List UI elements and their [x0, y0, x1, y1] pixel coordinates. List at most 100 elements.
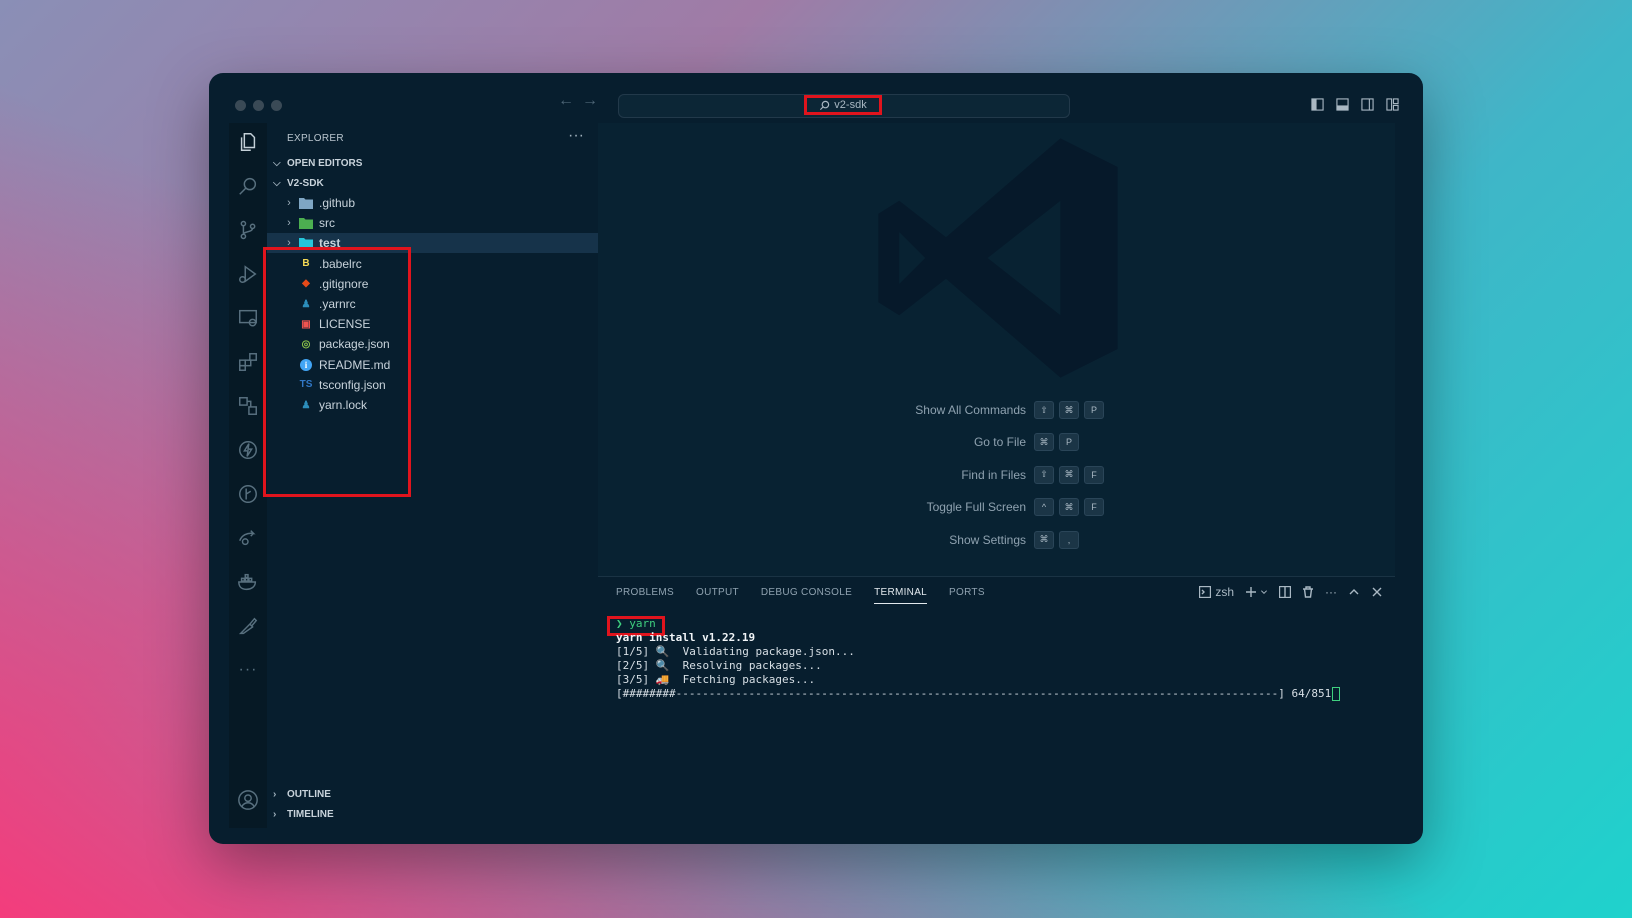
tree-item-label: .yarnrc: [319, 297, 356, 311]
shortcut-row[interactable]: Find in Files ⇧ ⌘ F: [598, 465, 1395, 486]
toggle-secondary-sidebar-icon[interactable]: [1361, 98, 1374, 111]
terminal-output[interactable]: ❯ yarn yarn install v1.22.19 [1/5] 🔍 Val…: [616, 617, 1341, 701]
shortcut-keys: ⇧ ⌘ F: [1034, 465, 1104, 484]
command-center-label[interactable]: v2-sdk: [804, 95, 882, 115]
outline-label: OUTLINE: [287, 789, 331, 800]
explorer-icon[interactable]: [235, 129, 261, 155]
tree-item-label: package.json: [319, 337, 390, 352]
shortcut-label: Show Settings: [949, 532, 1026, 547]
tab-output[interactable]: OUTPUT: [696, 587, 739, 604]
tab-terminal[interactable]: TERMINAL: [874, 587, 928, 604]
key-cap: ⌘: [1059, 401, 1079, 419]
git-icon: ◆: [302, 278, 310, 290]
more-actions-icon[interactable]: ···: [568, 127, 584, 145]
tree-item-label: src: [319, 216, 335, 231]
more-actions-icon[interactable]: ···: [1325, 585, 1337, 599]
terminal-progress-line: [########-------------------------------…: [616, 687, 1341, 701]
close-icon[interactable]: [1371, 586, 1383, 598]
minimize-window-button[interactable]: [253, 100, 264, 111]
tree-item-tsconfig-json[interactable]: TS tsconfig.json: [267, 375, 598, 395]
title-bar: ← → v2-sdk: [209, 73, 1423, 123]
more-views-icon[interactable]: ···: [235, 657, 261, 683]
tab-problems[interactable]: PROBLEMS: [616, 587, 674, 604]
open-editors-section[interactable]: ⌵ OPEN EDITORS: [273, 158, 362, 169]
shortcut-row[interactable]: Show Settings ⌘,: [598, 530, 1395, 551]
shortcut-label: Show All Commands: [915, 403, 1026, 417]
shortcut-row[interactable]: Toggle Full Screen ^ ⌘ F: [598, 498, 1395, 518]
npm-icon: ◎: [301, 338, 311, 350]
toggle-panel-icon[interactable]: [1336, 98, 1349, 111]
tree-item-yarn-lock[interactable]: ♟ yarn.lock: [267, 395, 598, 415]
shortcut-row[interactable]: Go to File ⌘ P: [598, 433, 1395, 453]
license-icon: ▣: [301, 318, 311, 330]
source-control-icon[interactable]: [235, 217, 261, 243]
terminal-line: yarn install v1.22.19: [616, 631, 756, 644]
terminal-line: [2/5] 🔍 Resolving packages...: [616, 659, 822, 672]
terminal-shell-selector[interactable]: zsh: [1199, 585, 1234, 599]
outline-section[interactable]: › OUTLINE: [273, 789, 331, 800]
tree-item-label: test: [319, 236, 341, 251]
tab-ports[interactable]: PORTS: [949, 587, 985, 604]
tsconfig-icon: TS: [299, 379, 313, 391]
remote-explorer-icon[interactable]: [235, 305, 261, 331]
terminal-line: [1/5] 🔍 Validating package.json...: [616, 645, 855, 658]
toggle-primary-sidebar-icon[interactable]: [1311, 98, 1324, 111]
bottom-panel: PROBLEMS OUTPUT DEBUG CONSOLE TERMINAL PORTS…: [598, 576, 1395, 829]
git-graph-icon[interactable]: [235, 481, 261, 507]
tree-item-yarnrc[interactable]: ♟ .yarnrc: [267, 294, 598, 314]
key-cap: P: [1084, 401, 1104, 419]
tree-item-test[interactable]: › test: [267, 233, 598, 254]
forward-arrow-icon[interactable]: →: [582, 92, 598, 110]
split-terminal-icon[interactable]: [1279, 586, 1291, 598]
trash-icon[interactable]: [1302, 586, 1314, 598]
shortcut-keys: ⌘,: [1034, 530, 1079, 549]
close-window-button[interactable]: [235, 100, 246, 111]
extensions-icon[interactable]: [235, 349, 261, 375]
pull-requests-icon[interactable]: [235, 393, 261, 419]
zoom-window-button[interactable]: [271, 100, 282, 111]
shortcut-label: Go to File: [973, 435, 1026, 450]
timeline-section[interactable]: › TIMELINE: [273, 809, 334, 820]
tree-item-license[interactable]: ▣ LICENSE: [267, 314, 598, 334]
chevron-right-icon: ›: [273, 789, 277, 800]
search-icon: [820, 100, 830, 110]
terminal-command: yarn: [629, 617, 656, 630]
tab-debug-console[interactable]: DEBUG CONSOLE: [761, 587, 852, 604]
run-debug-icon[interactable]: [235, 261, 261, 287]
key-cap: ^: [1034, 498, 1054, 517]
back-arrow-icon[interactable]: ←: [558, 92, 574, 110]
editor-area: Show All Commands ⇧ ⌘ P Go to File ⌘ P Find in …: [598, 123, 1395, 576]
prompt-symbol: ❯: [616, 617, 623, 630]
customize-layout-icon[interactable]: [1386, 98, 1399, 111]
shortcut-keys: ⇧ ⌘ P: [1034, 401, 1104, 419]
new-terminal-icon[interactable]: [1245, 586, 1257, 598]
workspace-section[interactable]: ⌵ V2-SDK: [273, 178, 324, 189]
live-share-icon[interactable]: [235, 525, 261, 551]
thunder-client-icon[interactable]: [235, 437, 261, 463]
shortcut-row[interactable]: Show All Commands ⇧ ⌘ P: [598, 401, 1395, 421]
tree-item-src[interactable]: › src: [267, 213, 598, 233]
tree-item-label: README.md: [319, 357, 391, 372]
chevron-right-icon: ›: [287, 197, 291, 209]
testing-icon[interactable]: [235, 613, 261, 639]
key-cap: ,: [1059, 530, 1079, 549]
tree-item-readme-md[interactable]: i README.md: [267, 355, 598, 375]
shortcut-keys: ^ ⌘ F: [1034, 498, 1104, 517]
shortcut-label: Find in Files: [961, 467, 1026, 482]
shortcut-keys: ⌘ P: [1034, 433, 1079, 452]
tree-item-package-json[interactable]: ◎ package.json: [267, 334, 598, 354]
tree-item-babelrc[interactable]: B .babelrc: [267, 254, 598, 274]
chevron-down-icon[interactable]: [1260, 586, 1268, 598]
search-icon[interactable]: [235, 173, 261, 199]
key-cap: ⇧: [1034, 401, 1054, 419]
panel-toolbar: zsh ···: [1199, 585, 1383, 599]
docker-icon[interactable]: [235, 569, 261, 595]
tree-item-github[interactable]: › .github: [267, 193, 598, 213]
workspace-name: v2-sdk: [834, 99, 867, 111]
tree-item-label: LICENSE: [319, 317, 371, 332]
accounts-icon[interactable]: [235, 787, 261, 813]
tree-item-gitignore[interactable]: ◆ .gitignore: [267, 274, 598, 294]
maximize-panel-icon[interactable]: [1348, 586, 1360, 598]
terminal-icon: [1199, 586, 1212, 598]
terminal-prompt-line: ❯ yarn: [616, 617, 1340, 631]
